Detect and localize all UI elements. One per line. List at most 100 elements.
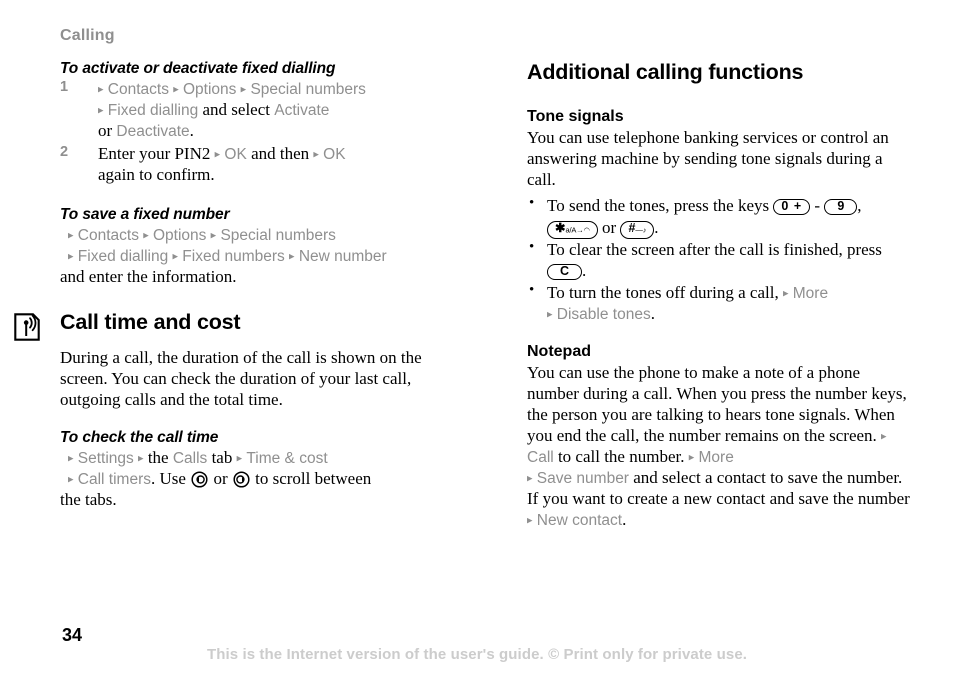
bullet-item-turn-tones-off: To turn the tones off during a call, ▸ M… <box>527 281 912 325</box>
subsection-title-tone-signals: Tone signals <box>527 108 624 126</box>
key-label: 9 <box>837 199 845 214</box>
ui-term-ok-1: OK <box>224 145 247 163</box>
triangle-right-icon: ▸ <box>172 250 179 263</box>
phone-key-star: ✱a/A→◠ <box>547 221 598 239</box>
feature-title: Call time and cost <box>60 309 241 334</box>
bullet-item-clear-screen: To clear the screen after the call is fi… <box>527 238 912 282</box>
nav-right-key-icon <box>233 471 250 488</box>
key-label: ✱ <box>555 221 566 235</box>
triangle-right-icon: ▸ <box>236 452 243 465</box>
steps-activate-fixed-dialling: 1 ▸ Contacts ▸ Options ▸ Special numbers… <box>60 79 460 186</box>
triangle-right-icon: ▸ <box>173 83 179 96</box>
ui-term-fixed-numbers: Fixed numbers <box>182 247 285 265</box>
triangle-right-icon: ▸ <box>527 472 533 485</box>
key-label: C <box>560 264 570 279</box>
notepad-text-to-call: to call the number. <box>553 447 689 467</box>
triangle-right-icon: ▸ <box>881 430 887 443</box>
triangle-right-icon: ▸ <box>68 229 74 242</box>
triangle-right-icon: ▸ <box>68 473 74 486</box>
ui-term-save-number: Save number <box>536 470 629 488</box>
subsection-title-notepad: Notepad <box>527 343 591 361</box>
phone-key-hash: #—♪ <box>620 221 655 239</box>
ui-term-new-number: New number <box>298 247 387 265</box>
phone-key-9: 9 <box>824 199 858 216</box>
ui-term-fixed-dialling: Fixed dialling <box>77 247 169 265</box>
section-title-additional-calling-functions: Additional calling functions <box>527 60 804 84</box>
triangle-right-icon: ▸ <box>313 148 319 161</box>
triangle-right-icon: ▸ <box>68 452 74 465</box>
step-text-period: . <box>189 120 194 140</box>
triangle-right-icon: ▸ <box>688 451 695 464</box>
key-sublabel: —♪ <box>635 225 647 235</box>
phone-key-0-plus: 0 + <box>773 199 811 216</box>
step-text-enter-pin: Enter your PIN2 <box>98 143 215 163</box>
feature-call-time-and-cost: Call time and cost <box>14 309 460 341</box>
triangle-right-icon: ▸ <box>98 83 104 96</box>
ui-term-time-and-cost: Time & cost <box>246 449 328 467</box>
key-sublabel: + <box>793 199 803 214</box>
ui-term-more: More <box>792 284 829 302</box>
bullet-lead-text: To send the tones, press the keys <box>547 196 774 216</box>
triangle-right-icon: ▸ <box>547 308 553 321</box>
step-content: ▸ Contacts ▸ Options ▸ Special numbers ▸… <box>98 79 366 140</box>
task-title-activate-fixed-dialling: To activate or deactivate fixed dialling <box>60 60 336 77</box>
step-item: 2 Enter your PIN2 ▸ OK and then ▸ OK aga… <box>60 144 460 186</box>
step-number: 1 <box>60 78 69 95</box>
ui-term-ok-2: OK <box>323 145 346 163</box>
instruction-tail-text: and enter the information. <box>60 266 237 286</box>
ui-term-special-numbers: Special numbers <box>220 226 336 244</box>
bullet-dash-text: - <box>810 196 825 216</box>
step-number: 2 <box>60 143 69 160</box>
ui-term-call-timers: Call timers <box>77 470 151 488</box>
triangle-right-icon: ▸ <box>240 83 247 96</box>
bullet-or-text: or <box>597 218 621 237</box>
tone-signals-bullet-list: To send the tones, press the keys 0 + - … <box>527 194 912 325</box>
bullet-item-send-tones: To send the tones, press the keys 0 + - … <box>527 194 912 239</box>
triangle-right-icon: ▸ <box>527 514 533 527</box>
instruction-text-tab: tab <box>207 447 237 467</box>
bullet-comma-text: , <box>857 196 862 216</box>
ui-term-fixed-dialling: Fixed dialling <box>107 101 199 119</box>
step-text-again-confirm: again to confirm. <box>98 164 215 184</box>
ui-term-activate: Activate <box>274 101 330 119</box>
bullet-period-text: . <box>650 304 655 324</box>
bullet-period-text: . <box>582 261 587 281</box>
running-header: Calling <box>60 27 115 44</box>
key-label: 0 <box>781 199 790 214</box>
antenna-signal-icon <box>14 313 40 341</box>
instruction-text-scroll: to scroll between <box>250 468 372 488</box>
ui-term-contacts: Contacts <box>107 80 169 98</box>
ui-term-new-contact: New contact <box>536 512 623 530</box>
right-column: Additional calling functions Tone signal… <box>527 60 912 531</box>
ui-term-calls: Calls <box>172 449 208 467</box>
step-item: 1 ▸ Contacts ▸ Options ▸ Special numbers… <box>60 79 460 142</box>
ui-term-settings: Settings <box>77 449 134 467</box>
instructions-save-fixed-number: ▸ Contacts ▸ Options ▸ Special numbers ▸… <box>60 225 460 288</box>
ui-term-contacts: Contacts <box>77 226 139 244</box>
instruction-text-or: or <box>209 468 232 488</box>
instruction-text-the-tabs: the tabs. <box>60 489 117 509</box>
ui-term-options: Options <box>152 226 207 244</box>
footer-note: This is the Internet version of the user… <box>206 646 748 663</box>
nav-left-key-icon <box>191 471 208 488</box>
triangle-right-icon: ▸ <box>214 148 221 161</box>
instruction-text-the: the <box>143 447 173 467</box>
step-text-and-select: and select <box>198 99 275 119</box>
instructions-check-call-time: ▸ Settings ▸ the Calls tab ▸ Time & cost… <box>60 448 460 511</box>
notepad-body-text: You can use the phone to make a note of … <box>527 363 912 531</box>
step-content: Enter your PIN2 ▸ OK and then ▸ OK again… <box>98 144 346 184</box>
triangle-right-icon: ▸ <box>782 287 789 300</box>
ui-term-deactivate: Deactivate <box>116 122 190 140</box>
task-title-check-call-time: To check the call time <box>60 428 219 446</box>
bullet-period-text: . <box>654 218 659 237</box>
triangle-right-icon: ▸ <box>289 250 295 263</box>
bullet-lead-text: To turn the tones off during a call, <box>547 282 783 302</box>
document-page: Calling To activate or deactivate fixed … <box>0 0 954 677</box>
page-number: 34 <box>62 625 83 645</box>
step-text-and-then: and then <box>246 143 314 163</box>
notepad-text-intro: You can use the phone to make a note of … <box>527 363 907 446</box>
left-column: To activate or deactivate fixed dialling… <box>14 60 460 511</box>
key-sublabel: a/A→◠ <box>565 225 590 235</box>
task-title-save-fixed-number: To save a fixed number <box>60 205 230 223</box>
notepad-text-period: . <box>622 510 627 530</box>
